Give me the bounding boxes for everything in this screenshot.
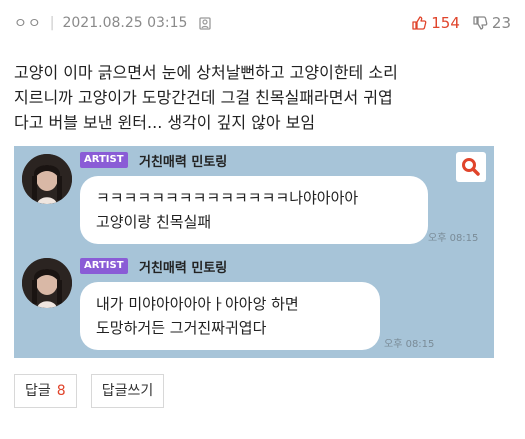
write-reply-button[interactable]: 답글쓰기 <box>90 374 165 408</box>
thumbs-down-icon <box>473 16 488 30</box>
reply-button[interactable]: 답글 8 <box>14 374 77 408</box>
artist-badge: ARTIST <box>80 258 128 274</box>
reply-label: 답글 <box>25 383 51 399</box>
sender-name: 거친매력 민토링 <box>139 261 228 276</box>
meta-separator: | <box>49 15 55 31</box>
sender-name: 거친매력 민토링 <box>139 155 228 170</box>
message-bubble: ㅋㅋㅋㅋㅋㅋㅋㅋㅋㅋㅋㅋㅋㅋ나야아아아 고양이랑 친목실패 <box>80 176 428 244</box>
comment-line: 고양이 이마 긁으면서 눈에 상처날뻔하고 고양이한테 소리 <box>14 63 398 82</box>
message-time: 오후 08:15 <box>428 233 479 244</box>
comment-actions: 답글 8 답글쓰기 <box>14 374 165 408</box>
thumbs-up-icon <box>412 16 427 30</box>
avatar <box>22 258 72 308</box>
comment-line: 다고 버블 보낸 윈터... 생각이 깊지 않아 보임 <box>14 113 316 132</box>
post-datetime: 2021.08.25 03:15 <box>62 15 188 31</box>
post-meta: ㅇㅇ | 2021.08.25 03:15 154 23 <box>14 12 511 34</box>
message-line: 고양이랑 친목실패 <box>96 213 212 231</box>
upvote-count: 154 <box>431 14 460 32</box>
user-icon[interactable] <box>197 15 213 31</box>
downvote-button[interactable]: 23 <box>472 14 511 32</box>
comment-body: 고양이 이마 긁으면서 눈에 상처날뻔하고 고양이한테 소리 지르니까 고양이가… <box>14 60 514 135</box>
author-nickname[interactable]: ㅇㅇ <box>14 13 42 33</box>
search-icon <box>462 158 480 176</box>
message-line: 도망하거든 그거진짜귀엽다 <box>96 319 267 337</box>
vote-stats: 154 23 <box>411 14 511 32</box>
upvote-button[interactable]: 154 <box>411 14 460 32</box>
message-line: ㅋㅋㅋㅋㅋㅋㅋㅋㅋㅋㅋㅋㅋㅋ나야아아아 <box>96 189 359 207</box>
avatar <box>22 154 72 204</box>
reply-count: 8 <box>56 383 66 399</box>
search-button[interactable] <box>456 152 486 182</box>
message-line: 내가 미야아아아아ㅏ아아앙 하면 <box>96 295 299 313</box>
artist-badge: ARTIST <box>80 152 128 168</box>
message-time: 오후 08:15 <box>384 339 435 350</box>
message-bubble: 내가 미야아아아아ㅏ아아앙 하면 도망하거든 그거진짜귀엽다 <box>80 282 380 350</box>
downvote-count: 23 <box>491 14 511 32</box>
chat-screenshot: ARTIST 거친매력 민토링 ㅋㅋㅋㅋㅋㅋㅋㅋㅋㅋㅋㅋㅋㅋ나야아아아 고양이랑… <box>14 146 494 358</box>
comment-line: 지르니까 고양이가 도망간건데 그걸 친목실패라면서 귀엽 <box>14 88 393 107</box>
